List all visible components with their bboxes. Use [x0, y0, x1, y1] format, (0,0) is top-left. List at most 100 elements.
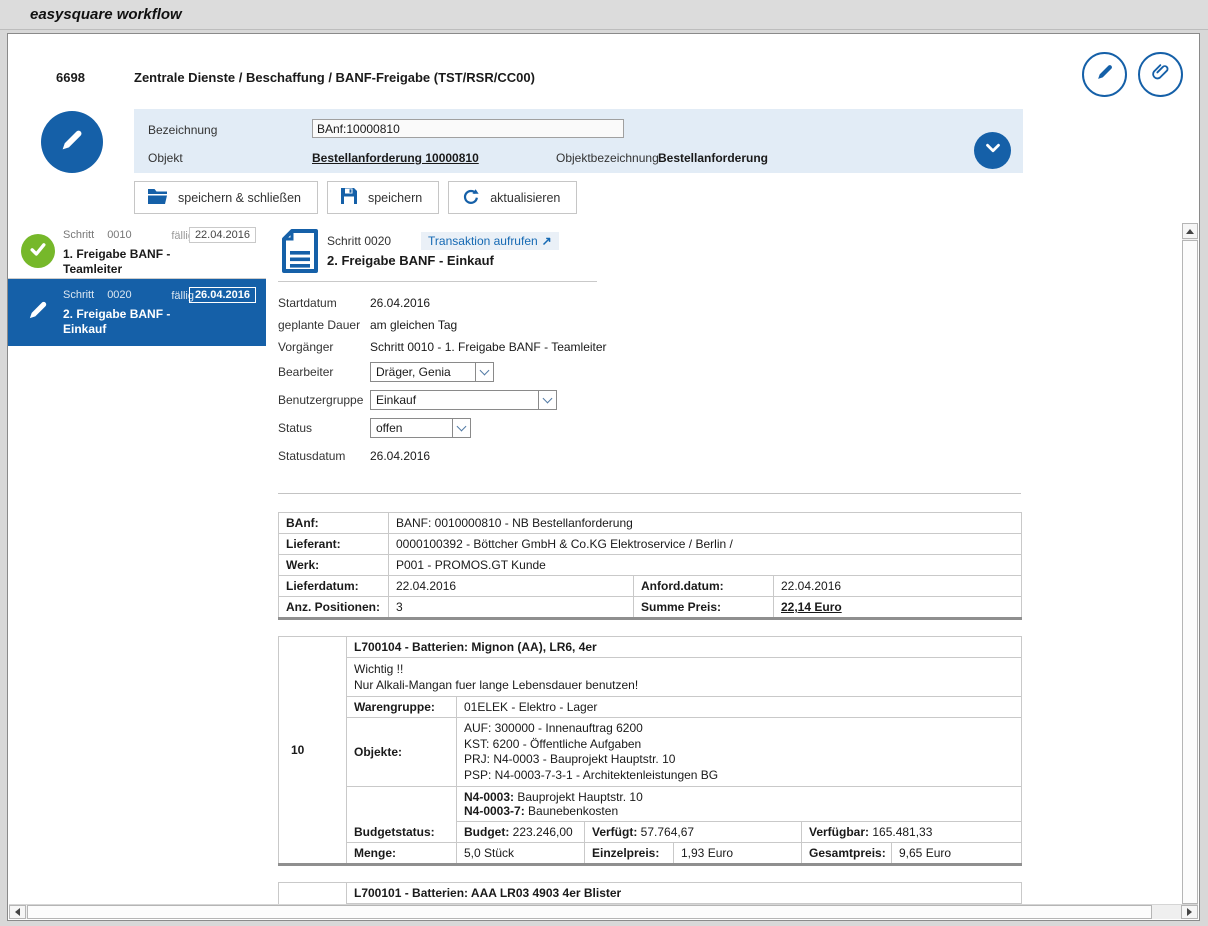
bearbeiter-select[interactable]: Dräger, Genia [370, 362, 494, 382]
lieferdatum-value: 22.04.2016 [389, 576, 634, 597]
table-row: Lieferdatum: 22.04.2016 Anford.datum: 22… [279, 576, 1022, 597]
check-icon [28, 239, 48, 264]
workflow-status-badge [41, 111, 103, 173]
einzelpreis-value: 1,93 Euro [674, 843, 802, 865]
banf-summary-table: BAnf: BANF: 0010000810 - NB Bestellanfor… [278, 512, 1022, 620]
field-statusdatum: Statusdatum 26.04.2016 [278, 445, 1030, 467]
table-row: Werk: P001 - PROMOS.GT Kunde [279, 555, 1022, 576]
arrow-up-icon [1186, 229, 1194, 234]
statusdatum-value: 26.04.2016 [370, 449, 430, 463]
workflow-steps-sidebar: Schritt0010 fällig 22.04.2016 1. Freigab… [8, 223, 266, 346]
scroll-right-button[interactable] [1181, 905, 1198, 919]
dauer-value: am gleichen Tag [370, 318, 457, 332]
step-title-line2: Einkauf [63, 322, 260, 337]
save-button[interactable]: speichern [327, 181, 439, 214]
detail-step-label: Schritt 0020 [327, 234, 391, 248]
lieferant-label: Lieferant: [279, 534, 389, 555]
due-date: 26.04.2016 [189, 287, 256, 303]
step-title-line1: 2. Freigabe BANF - [63, 307, 260, 322]
anforddatum-value: 22.04.2016 [774, 576, 1022, 597]
einzelpreis-label: Einzelpreis: [585, 843, 674, 865]
collapse-panel-button[interactable] [974, 132, 1011, 169]
startdatum-value: 26.04.2016 [370, 296, 430, 310]
step-edit-badge [21, 295, 55, 329]
table-row: 10 L700104 - Batterien: Mignon (AA), LR6… [279, 637, 1022, 658]
benutzergruppe-selected-value: Einkauf [371, 393, 538, 407]
position-number [279, 883, 347, 906]
verfuegbar-cell: Verfügbar: 165.481,33 [802, 822, 1022, 843]
step-number: 0010 [107, 229, 131, 241]
dropdown-arrow-icon [452, 419, 470, 437]
summe-preis-link[interactable]: 22,14 Euro [781, 600, 842, 614]
bearbeiter-selected-value: Dräger, Genia [371, 365, 475, 379]
field-status: Status offen [278, 417, 1030, 439]
warengruppe-value: 01ELEK - Elektro - Lager [457, 697, 1022, 718]
objekt-line: KST: 6200 - Öffentliche Aufgaben [464, 737, 1014, 753]
budgetstatus-label: Budgetstatus: [347, 787, 457, 843]
banf-label: BAnf: [279, 513, 389, 534]
verfuegt-label: Verfügt: [592, 825, 637, 839]
edit-button[interactable] [1082, 52, 1127, 97]
step-number: 0020 [107, 289, 131, 301]
field-benutzergruppe: Benutzergruppe Einkauf [278, 389, 1030, 411]
verfuegt-value: 57.764,67 [637, 825, 694, 839]
menge-value: 5,0 Stück [457, 843, 585, 865]
step-title-line2: Teamleiter [63, 262, 260, 277]
sidebar-step-1[interactable]: Schritt0010 fällig 22.04.2016 1. Freigab… [8, 223, 266, 279]
budget-cell: Budget: 223.246,00 [457, 822, 585, 843]
verfuegbar-label: Verfügbar: [809, 825, 869, 839]
attachments-button[interactable] [1138, 52, 1183, 97]
workflow-window: 6698 Zentrale Dienste / Beschaffung / BA… [7, 33, 1200, 921]
verfuegt-cell: Verfügt: 57.764,67 [585, 822, 802, 843]
vertical-scrollbar[interactable] [1182, 223, 1198, 904]
table-row: Objekte: AUF: 300000 - Innenauftrag 6200… [279, 718, 1022, 787]
note-line2: Nur Alkali-Mangan fuer lange Lebensdauer… [354, 677, 1014, 693]
objekt-line: PSP: N4-0003-7-3-1 - Architektenleistung… [464, 768, 1014, 784]
transaction-link-label: Transaktion aufrufen [428, 234, 538, 248]
sidebar-step-2-active[interactable]: Schritt0020 fällig 26.04.2016 2. Freigab… [8, 279, 266, 346]
position-note: Wichtig !! Nur Alkali-Mangan fuer lange … [347, 658, 1022, 697]
dropdown-arrow-icon [538, 391, 556, 409]
gesamtpreis-label: Gesamtpreis: [802, 843, 892, 865]
dropdown-arrow-icon [475, 363, 493, 381]
pen-icon [25, 297, 51, 328]
vorgaenger-label: Vorgänger [278, 340, 370, 354]
vertical-scrollbar-thumb[interactable] [1182, 240, 1198, 904]
vorgaenger-value: Schritt 0010 - 1. Freigabe BANF - Teamle… [370, 340, 607, 354]
table-row: Budgetstatus: N4-0003: Bauprojekt Haupts… [279, 787, 1022, 822]
horizontal-scrollbar-thumb[interactable] [27, 905, 1152, 919]
refresh-button[interactable]: aktualisieren [448, 181, 577, 214]
status-select[interactable]: offen [370, 418, 471, 438]
statusdatum-label: Statusdatum [278, 449, 370, 463]
objektbezeichnung-label: Objektbezeichnung [556, 151, 659, 165]
objekte-value: AUF: 300000 - Innenauftrag 6200 KST: 620… [457, 718, 1022, 787]
lieferant-value: 0000100392 - Böttcher GmbH & Co.KG Elekt… [389, 534, 1022, 555]
step-label: Schritt [63, 289, 94, 301]
werk-label: Werk: [279, 555, 389, 576]
position-title: L700104 - Batterien: Mignon (AA), LR6, 4… [347, 637, 1022, 658]
field-bearbeiter: Bearbeiter Dräger, Genia [278, 361, 1030, 383]
objekt-link[interactable]: Bestellanforderung 10000810 [312, 151, 479, 165]
step-done-badge [21, 234, 55, 268]
benutzergruppe-select[interactable]: Einkauf [370, 390, 557, 410]
transaction-link[interactable]: Transaktion aufrufen ↗ [421, 232, 559, 250]
paperclip-icon [1150, 61, 1172, 88]
pen-icon [57, 125, 87, 160]
bearbeiter-label: Bearbeiter [278, 365, 370, 379]
arrow-left-icon [15, 908, 20, 916]
position-title: L700101 - Batterien: AAA LR03 4903 4er B… [347, 883, 1022, 904]
document-id: 6698 [56, 70, 85, 85]
bezeichnung-input[interactable] [312, 119, 624, 138]
dauer-label: geplante Dauer [278, 318, 370, 332]
objekt-line: AUF: 300000 - Innenauftrag 6200 [464, 721, 1014, 737]
document-icon [280, 228, 320, 279]
table-row: Anz. Positionen: 3 Summe Preis: 22,14 Eu… [279, 597, 1022, 619]
scroll-left-button[interactable] [9, 905, 26, 919]
verfuegbar-value: 165.481,33 [869, 825, 932, 839]
table-row: L700101 - Batterien: AAA LR03 4903 4er B… [279, 883, 1022, 904]
scroll-up-button[interactable] [1182, 223, 1198, 239]
divider [278, 281, 597, 282]
save-close-button[interactable]: speichern & schließen [134, 181, 318, 214]
horizontal-scrollbar[interactable] [9, 904, 1198, 919]
toolbar: speichern & schließen speichern aktualis… [134, 181, 577, 214]
